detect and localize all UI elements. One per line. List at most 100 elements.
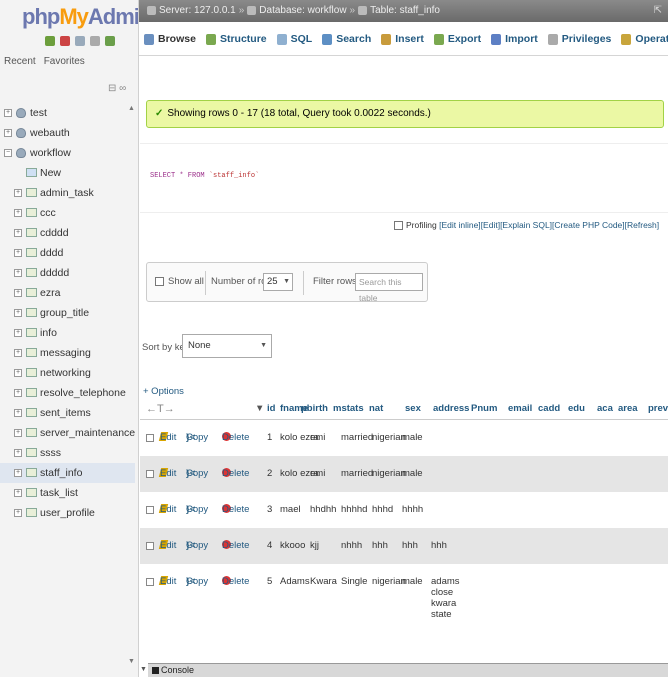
sort-arrow-icon[interactable]: ▼ bbox=[255, 403, 264, 414]
expand-icon[interactable]: + bbox=[14, 389, 22, 397]
cell-nat[interactable]: hhhd bbox=[372, 504, 393, 515]
expand-icon[interactable]: + bbox=[14, 289, 22, 297]
sort-by-key-select[interactable]: None ▼ bbox=[182, 334, 272, 358]
sidebar-item-ssss[interactable]: + ssss bbox=[0, 443, 135, 463]
tab-sql[interactable]: SQL bbox=[272, 22, 318, 55]
cell-id[interactable]: 4 bbox=[267, 540, 272, 551]
sidebar-item-task-list[interactable]: + task_list bbox=[0, 483, 135, 503]
expand-icon[interactable]: + bbox=[14, 329, 22, 337]
expand-icon[interactable]: + bbox=[14, 489, 22, 497]
row-checkbox[interactable] bbox=[146, 434, 154, 442]
cell-nat[interactable]: nigerian bbox=[372, 432, 406, 443]
sidebar-item-workflow[interactable]: − workflow bbox=[0, 143, 135, 163]
sidebar-item-messaging[interactable]: + messaging bbox=[0, 343, 135, 363]
phpmyadmin-logo[interactable]: phpMyAdmin bbox=[22, 4, 138, 30]
row-checkbox[interactable] bbox=[146, 470, 154, 478]
sidebar-item-ezra[interactable]: + ezra bbox=[0, 283, 135, 303]
profiling-link-4[interactable]: [Refresh] bbox=[625, 220, 660, 230]
row-checkbox[interactable] bbox=[146, 542, 154, 550]
cell-mstats[interactable]: married bbox=[341, 468, 373, 479]
expand-icon[interactable]: + bbox=[14, 249, 22, 257]
sidebar-item-test[interactable]: + test bbox=[0, 103, 135, 123]
logout-icon[interactable] bbox=[60, 36, 70, 46]
filter-rows-input[interactable]: Search this table bbox=[355, 273, 423, 303]
expand-icon[interactable]: + bbox=[14, 269, 22, 277]
tab-insert[interactable]: Insert bbox=[376, 22, 429, 55]
cell-address[interactable]: hhh bbox=[431, 540, 457, 551]
expand-icon[interactable]: + bbox=[14, 349, 22, 357]
column-header-pbirth[interactable]: pbirth bbox=[301, 403, 328, 414]
tab-export[interactable]: Export bbox=[429, 22, 486, 55]
sidebar-item-sent-items[interactable]: + sent_items bbox=[0, 403, 135, 423]
cell-sex[interactable]: male bbox=[402, 432, 423, 443]
sidebar-item-admin-task[interactable]: + admin_task bbox=[0, 183, 135, 203]
sidebar-item-webauth[interactable]: + webauth bbox=[0, 123, 135, 143]
docs-icon[interactable] bbox=[75, 36, 85, 46]
expand-icon[interactable]: + bbox=[14, 189, 22, 197]
cell-pbirth[interactable]: hhdhh bbox=[310, 504, 336, 515]
cell-nat[interactable]: hhh bbox=[372, 540, 388, 551]
cell-pbirth[interactable]: emi bbox=[310, 468, 325, 479]
tab-operations[interactable]: Operations bbox=[616, 22, 668, 55]
cell-id[interactable]: 2 bbox=[267, 468, 272, 479]
scroll-up-icon[interactable]: ▲ bbox=[128, 105, 135, 112]
options-link[interactable]: + Options bbox=[143, 386, 184, 397]
profiling-checkbox[interactable] bbox=[394, 221, 403, 231]
cell-fname[interactable]: Adams bbox=[280, 576, 310, 587]
tab-search[interactable]: Search bbox=[317, 22, 376, 55]
tab-structure[interactable]: Structure bbox=[201, 22, 272, 55]
tab-browse[interactable]: Browse bbox=[139, 22, 201, 55]
sidebar-item-ccc[interactable]: + ccc bbox=[0, 203, 135, 223]
sidebar-item-networking[interactable]: + networking bbox=[0, 363, 135, 383]
row-checkbox[interactable] bbox=[146, 578, 154, 586]
console-bar[interactable]: Console bbox=[148, 663, 668, 677]
cell-mstats[interactable]: married bbox=[341, 432, 373, 443]
cell-sex[interactable]: male bbox=[402, 576, 423, 587]
tab-import[interactable]: Import bbox=[486, 22, 543, 55]
collapse-all-button[interactable]: ⊟ ∞ bbox=[108, 83, 130, 95]
cell-mstats[interactable]: nhhh bbox=[341, 540, 362, 551]
number-of-rows-select[interactable]: 25 ▼ bbox=[263, 273, 293, 291]
home-icon[interactable] bbox=[45, 36, 55, 46]
recent-tab[interactable]: Recent bbox=[4, 56, 36, 67]
profiling-link-2[interactable]: [Explain SQL] bbox=[500, 220, 552, 230]
profiling-link-0[interactable]: [Edit inline] bbox=[439, 220, 481, 230]
expand-icon[interactable]: + bbox=[14, 449, 22, 457]
expand-icon[interactable]: + bbox=[14, 429, 22, 437]
expand-icon[interactable]: + bbox=[4, 109, 12, 117]
expand-icon[interactable]: + bbox=[4, 129, 12, 137]
sidebar-item-cdddd[interactable]: + cdddd bbox=[0, 223, 135, 243]
sql-query-text[interactable]: SELECT * FROM `staff_info` bbox=[150, 172, 259, 180]
cell-pbirth[interactable]: kjj bbox=[310, 540, 319, 551]
sidebar-scrollbar[interactable]: ▲ ▼ bbox=[128, 105, 136, 665]
cell-mstats[interactable]: hhhhd bbox=[341, 504, 367, 515]
settings-icon[interactable] bbox=[90, 36, 100, 46]
scroll-down-icon[interactable]: ▼ bbox=[140, 666, 147, 673]
expand-icon[interactable]: + bbox=[14, 509, 22, 517]
favorites-tab[interactable]: Favorites bbox=[44, 56, 85, 67]
column-header-area[interactable]: area bbox=[618, 403, 638, 414]
reload-icon[interactable] bbox=[105, 36, 115, 46]
column-header-cadd[interactable]: cadd bbox=[538, 403, 560, 414]
show-all-checkbox[interactable] bbox=[155, 277, 164, 286]
column-arrows-icon[interactable]: ←T→ bbox=[146, 403, 175, 415]
expand-icon[interactable]: + bbox=[14, 209, 22, 217]
sidebar-item-user-profile[interactable]: + user_profile bbox=[0, 503, 135, 523]
column-header-email[interactable]: email bbox=[508, 403, 532, 414]
cell-nat[interactable]: nigerian bbox=[372, 468, 406, 479]
collapse-arrow-icon[interactable]: ⇱ bbox=[654, 0, 662, 22]
breadcrumb-database[interactable]: Database: workflow bbox=[259, 5, 346, 16]
cell-id[interactable]: 5 bbox=[267, 576, 272, 587]
profiling-link-3[interactable]: [Create PHP Code] bbox=[552, 220, 625, 230]
sidebar-item-ddddd[interactable]: + ddddd bbox=[0, 263, 135, 283]
cell-fname[interactable]: mael bbox=[280, 504, 301, 515]
column-header-sex[interactable]: sex bbox=[405, 403, 421, 414]
breadcrumb-server[interactable]: Server: 127.0.0.1 bbox=[159, 5, 236, 16]
sidebar-item-server-maintenance[interactable]: + server_maintenance bbox=[0, 423, 135, 443]
sidebar-item-dddd[interactable]: + dddd bbox=[0, 243, 135, 263]
profiling-link-1[interactable]: [Edit] bbox=[481, 220, 500, 230]
sidebar-item-resolve-telephone[interactable]: + resolve_telephone bbox=[0, 383, 135, 403]
cell-id[interactable]: 1 bbox=[267, 432, 272, 443]
cell-sex[interactable]: hhh bbox=[402, 540, 418, 551]
row-checkbox[interactable] bbox=[146, 506, 154, 514]
